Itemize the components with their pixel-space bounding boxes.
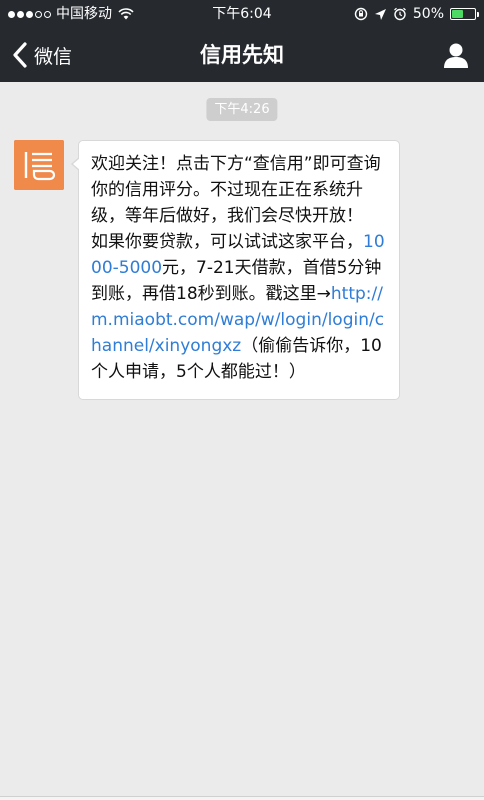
location-arrow-icon: [374, 8, 386, 20]
rotation-lock-icon: [354, 7, 368, 21]
message-bubble[interactable]: 欢迎关注！点击下方“查信用”即可查询你的信用评分。不过现在正在系统升级，等年后做…: [71, 140, 400, 400]
wechat-chat-screen: 中国移动 下午6:04 50% 微信 信用先知 下午4:26 欢迎关注！点击下方…: [0, 0, 484, 800]
nav-bar: 微信 信用先知: [0, 28, 484, 82]
xin-logo-icon: [14, 140, 64, 190]
alarm-icon: [393, 7, 406, 21]
status-bar: 中国移动 下午6:04 50%: [0, 0, 484, 28]
status-right: 50%: [354, 0, 479, 28]
message-text-intro: 欢迎关注！点击下方“查信用”即可查询你的信用评分。不过现在正在系统升级，等年后做…: [91, 154, 381, 226]
battery-icon: [450, 8, 479, 20]
message-timestamp: 下午4:26: [206, 98, 278, 121]
message-text-offer: 如果你要贷款，可以试试这家平台，: [91, 232, 363, 252]
account-avatar[interactable]: [14, 140, 64, 190]
battery-percent: 50%: [412, 6, 444, 22]
bottom-edge: [0, 796, 484, 800]
page-title: 信用先知: [200, 43, 284, 67]
person-icon[interactable]: [440, 39, 472, 71]
battery-fill: [452, 10, 463, 18]
